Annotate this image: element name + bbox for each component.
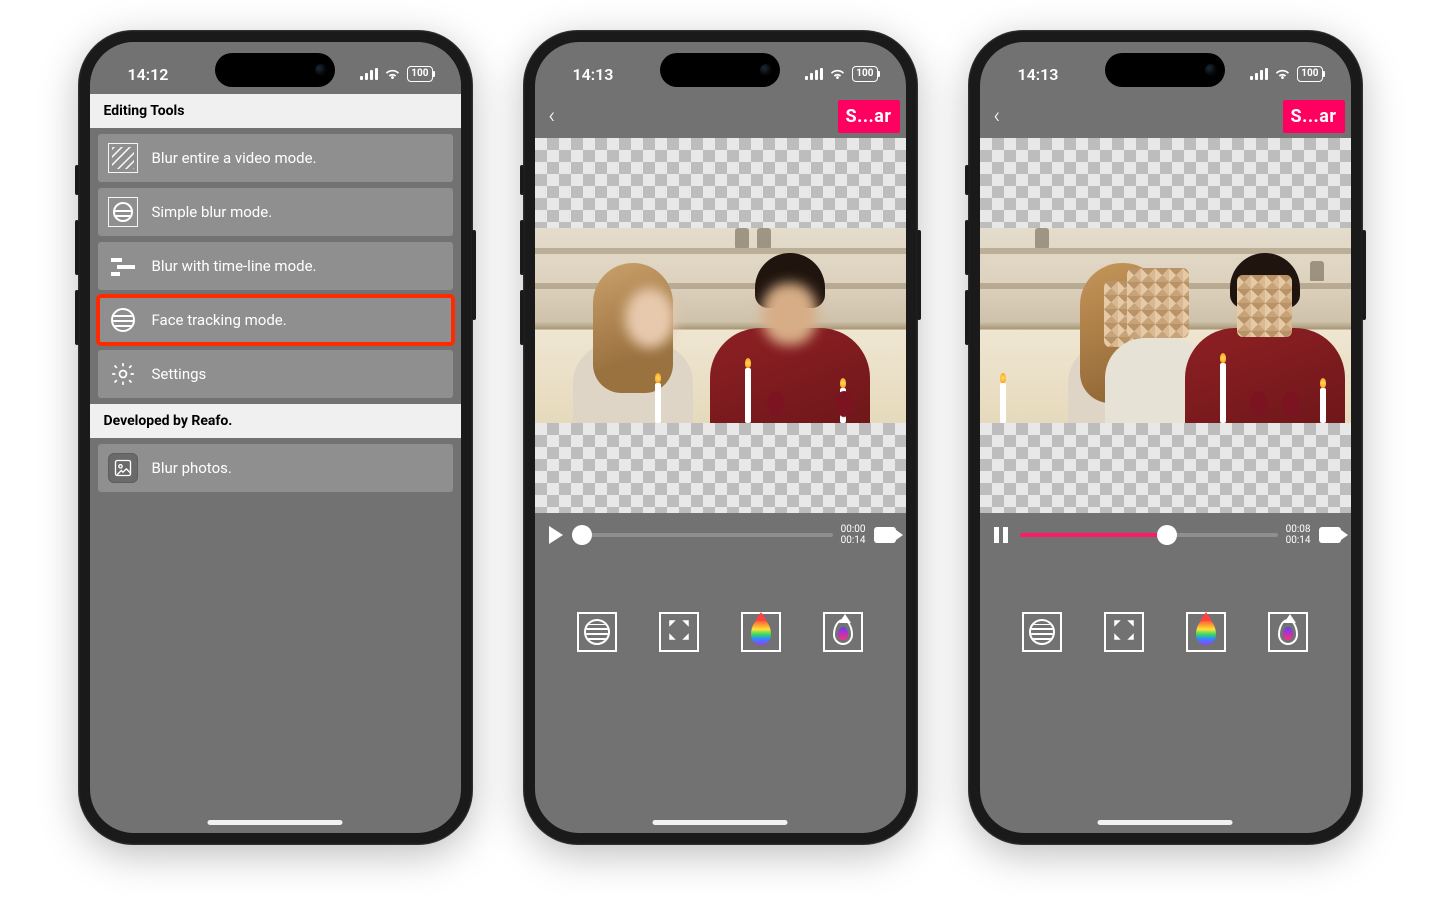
tool-color-outline[interactable] bbox=[1268, 612, 1308, 652]
dynamic-island bbox=[1105, 53, 1225, 87]
tool-blur-style[interactable] bbox=[577, 612, 617, 652]
face-tracking-icon bbox=[108, 305, 138, 335]
player-bar: 00:08 00:14 bbox=[980, 513, 1351, 557]
back-button[interactable]: ‹ bbox=[994, 104, 1001, 129]
menu-label: Simple blur mode. bbox=[152, 203, 273, 221]
cellular-icon bbox=[805, 68, 823, 80]
top-right-button[interactable]: S...ar bbox=[838, 100, 900, 133]
home-indicator bbox=[653, 820, 788, 825]
pixelated-face bbox=[1237, 275, 1292, 337]
menu-label: Blur entire a video mode. bbox=[152, 149, 317, 167]
menu-label: Blur photos. bbox=[152, 459, 232, 477]
status-time: 14:12 bbox=[128, 65, 169, 84]
expand-icon bbox=[666, 617, 692, 647]
wifi-icon bbox=[384, 65, 401, 84]
rainbow-drop-icon bbox=[1196, 619, 1216, 645]
wifi-icon bbox=[829, 65, 846, 84]
back-button[interactable]: ‹ bbox=[549, 104, 556, 129]
seek-slider[interactable] bbox=[1020, 533, 1278, 537]
dynamic-island bbox=[660, 53, 780, 87]
menu-label: Settings bbox=[152, 365, 207, 383]
canvas[interactable] bbox=[980, 138, 1351, 513]
menu-label: Face tracking mode. bbox=[152, 311, 287, 329]
home-indicator bbox=[208, 820, 343, 825]
time-total: 00:14 bbox=[841, 535, 866, 546]
blurred-face bbox=[762, 283, 817, 345]
timeline-icon bbox=[108, 251, 138, 281]
time-total: 00:14 bbox=[1286, 535, 1311, 546]
dynamic-island bbox=[215, 53, 335, 87]
cellular-icon bbox=[1250, 68, 1268, 80]
outline-drop-icon bbox=[1278, 619, 1298, 645]
player-bar: 00:00 00:14 bbox=[535, 513, 906, 557]
home-indicator bbox=[1098, 820, 1233, 825]
tool-expand[interactable] bbox=[1104, 612, 1144, 652]
cellular-icon bbox=[360, 68, 378, 80]
tool-color-outline[interactable] bbox=[823, 612, 863, 652]
status-time: 14:13 bbox=[1018, 65, 1059, 84]
editor-topbar: ‹ S...ar bbox=[980, 94, 1351, 138]
blurred-face bbox=[625, 288, 675, 348]
camera-icon[interactable] bbox=[1319, 527, 1341, 543]
expand-icon bbox=[1111, 617, 1137, 647]
phone-2: 14:13 100 ‹ S...ar bbox=[523, 30, 918, 845]
video-preview bbox=[980, 228, 1351, 423]
time-display: 00:08 00:14 bbox=[1286, 524, 1311, 546]
menu-simple-blur[interactable]: Simple blur mode. bbox=[98, 188, 453, 236]
tool-blur-style[interactable] bbox=[1022, 612, 1062, 652]
phone-3: 14:13 100 ‹ S...ar bbox=[968, 30, 1363, 845]
hatch-icon bbox=[108, 143, 138, 173]
menu-settings[interactable]: Settings bbox=[98, 350, 453, 398]
battery-icon: 100 bbox=[407, 66, 432, 82]
tool-row bbox=[535, 557, 906, 652]
gear-icon bbox=[108, 359, 138, 389]
menu-blur-photos[interactable]: Blur photos. bbox=[98, 444, 453, 492]
canvas[interactable] bbox=[535, 138, 906, 513]
top-right-button[interactable]: S...ar bbox=[1283, 100, 1345, 133]
editor-topbar: ‹ S...ar bbox=[535, 94, 906, 138]
time-current: 00:08 bbox=[1286, 524, 1311, 535]
section-header-dev: Developed by Reafo. bbox=[90, 404, 461, 438]
menu-label: Blur with time-line mode. bbox=[152, 257, 317, 275]
outline-drop-icon bbox=[833, 619, 853, 645]
tool-color-rainbow[interactable] bbox=[1186, 612, 1226, 652]
pixelated-face bbox=[1127, 268, 1189, 338]
menu-blur-entire-video[interactable]: Blur entire a video mode. bbox=[98, 134, 453, 182]
status-time: 14:13 bbox=[573, 65, 614, 84]
rainbow-drop-icon bbox=[751, 619, 771, 645]
wifi-icon bbox=[1274, 65, 1291, 84]
lines-circle-icon bbox=[108, 197, 138, 227]
battery-icon: 100 bbox=[1297, 66, 1322, 82]
blur-photos-icon bbox=[108, 453, 138, 483]
tool-color-rainbow[interactable] bbox=[741, 612, 781, 652]
tool-row bbox=[980, 557, 1351, 652]
time-display: 00:00 00:14 bbox=[841, 524, 866, 546]
menu-timeline-blur[interactable]: Blur with time-line mode. bbox=[98, 242, 453, 290]
seek-slider[interactable] bbox=[575, 533, 833, 537]
battery-icon: 100 bbox=[852, 66, 877, 82]
play-button[interactable] bbox=[545, 526, 567, 544]
phone-1: 14:12 100 Editing Tools Blur entire a vi… bbox=[78, 30, 473, 845]
video-preview bbox=[535, 228, 906, 423]
menu-face-tracking[interactable]: Face tracking mode. bbox=[98, 296, 453, 344]
pause-button[interactable] bbox=[990, 527, 1012, 543]
camera-icon[interactable] bbox=[874, 527, 896, 543]
section-header-tools: Editing Tools bbox=[90, 94, 461, 128]
tool-expand[interactable] bbox=[659, 612, 699, 652]
time-current: 00:00 bbox=[841, 524, 866, 535]
